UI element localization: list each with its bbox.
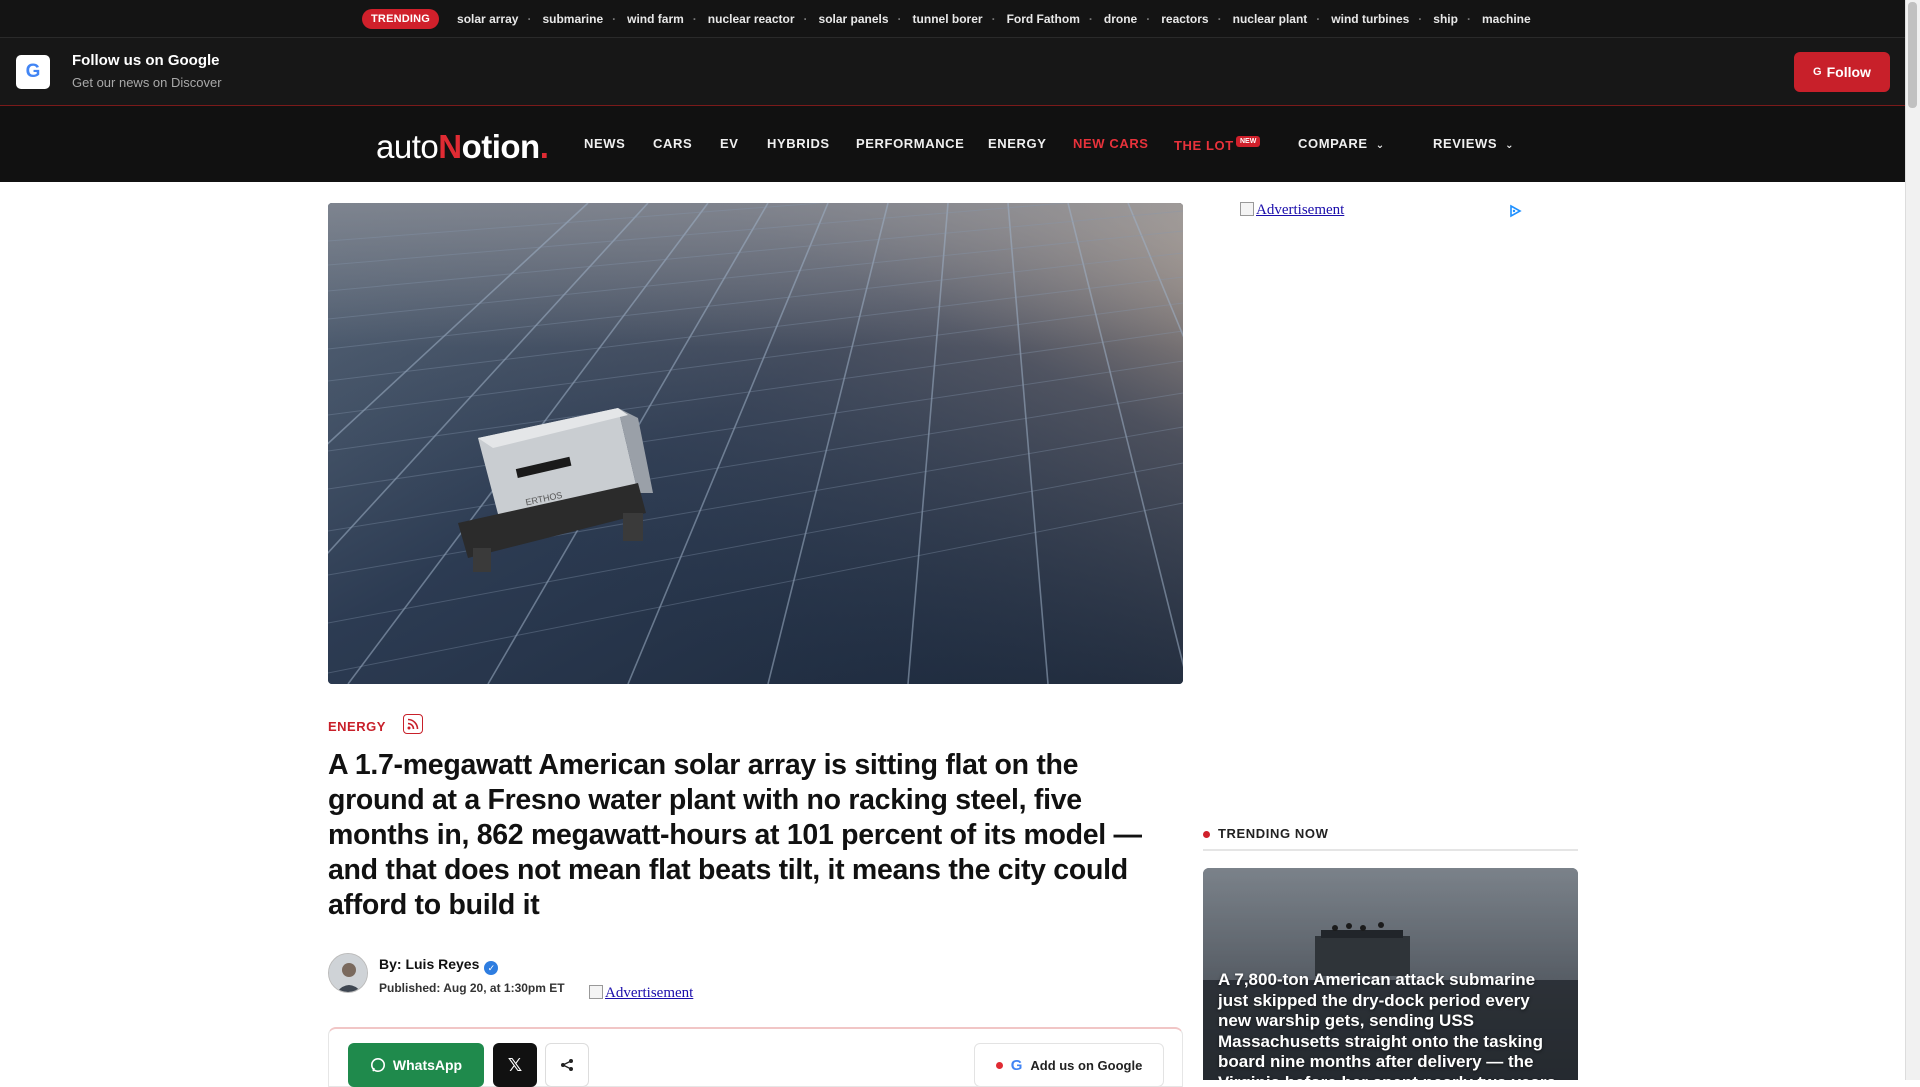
follow-button-label: Follow [1826, 64, 1871, 80]
author-name[interactable]: Luis Reyes [405, 956, 479, 972]
follow-subtitle: Get our news on Discover [72, 75, 222, 90]
trending-link[interactable]: tunnel borer [898, 12, 995, 26]
trending-now-title: TRENDING NOW [1218, 826, 1329, 841]
whatsapp-label: WhatsApp [392, 1057, 463, 1073]
chevron-down-icon: ⌄ [1505, 140, 1515, 151]
main-nav: autoNotion. NEWS CARS EV HYBRIDS PERFORM… [0, 106, 1905, 182]
new-badge: NEW [1236, 136, 1261, 147]
published-date: Published: Aug 20, at 1:30pm ET [379, 981, 565, 995]
whatsapp-share-button[interactable]: WhatsApp [348, 1043, 484, 1087]
logo-letter-n: N [438, 128, 462, 165]
share-button[interactable] [545, 1043, 589, 1087]
trending-card-headline: A 7,800-ton American attack submarine ju… [1218, 970, 1556, 1080]
x-share-button[interactable]: 𝕏 [493, 1043, 537, 1087]
trending-link[interactable]: wind turbines [1316, 12, 1421, 26]
logo-text-notion: Notion [438, 128, 541, 165]
follow-google-strip: G Follow us on Google Get our news on Di… [0, 38, 1905, 106]
nav-item-cars[interactable]: CARS [653, 136, 692, 151]
sidebar-advertisement[interactable]: Advertisement [1240, 202, 1344, 219]
follow-button[interactable]: G Follow [1794, 52, 1890, 92]
google-g-icon: G [1010, 1056, 1023, 1074]
add-us-on-google-button[interactable]: G Add us on Google [974, 1043, 1164, 1087]
rss-icon[interactable] [403, 714, 423, 734]
logo-text-auto: auto [376, 128, 439, 165]
solar-field-photo: ERTHOS [328, 203, 1183, 684]
nav-item-new-cars[interactable]: NEW CARS [1073, 136, 1149, 151]
trending-badge: TRENDING [362, 9, 440, 29]
nav-item-hybrids[interactable]: HYBRIDS [767, 136, 830, 151]
trending-link[interactable]: solar panels [804, 12, 901, 26]
byline: By: Luis Reyes ✓ [379, 956, 499, 975]
trending-link[interactable]: ship [1418, 12, 1470, 26]
trending-link[interactable]: machine [1467, 12, 1543, 26]
byline-prefix: By: [379, 956, 406, 972]
inline-ad-label: Advertisement [605, 985, 694, 1001]
whatsapp-icon [370, 1058, 385, 1072]
live-dot [995, 1061, 1003, 1069]
share-bar: WhatsApp 𝕏 G Add us on Google [328, 1027, 1183, 1087]
nav-item-compare-label: COMPARE [1298, 136, 1368, 151]
nav-item-reviews-label: REVIEWS [1433, 136, 1498, 151]
trending-link[interactable]: wind farm [612, 12, 696, 26]
nav-item-ev[interactable]: EV [720, 136, 739, 151]
trending-link[interactable]: drone [1089, 12, 1149, 26]
logo-dot: . [539, 128, 549, 165]
hero-image: ERTHOS [328, 203, 1183, 684]
red-dot-icon [1203, 831, 1210, 838]
nav-item-news[interactable]: NEWS [584, 136, 625, 151]
trending-list: TRENDING solar array submarine wind farm… [362, 7, 1543, 31]
page-scrollbar[interactable] [1905, 0, 1920, 1080]
article-category[interactable]: ENERGY [328, 719, 386, 734]
author-avatar[interactable] [328, 953, 368, 993]
broken-image-icon [589, 985, 603, 999]
trending-link[interactable]: Ford Fathom [992, 12, 1092, 26]
trending-link[interactable]: reactors [1146, 12, 1220, 26]
follow-title: Follow us on Google [72, 52, 220, 69]
trending-now-header: TRENDING NOW [1203, 826, 1578, 851]
add-google-label: Add us on Google [1030, 1057, 1143, 1073]
trending-link[interactable]: nuclear reactor [693, 12, 807, 26]
chevron-down-icon: ⌄ [1375, 140, 1385, 151]
site-logo[interactable]: autoNotion. [376, 128, 549, 166]
logo-text-otion: otion [461, 128, 541, 165]
trending-card[interactable]: A 7,800-ton American attack submarine ju… [1203, 868, 1578, 1080]
scrollbar-thumb[interactable] [1908, 2, 1917, 108]
nav-item-performance[interactable]: PERFORMANCE [856, 136, 964, 151]
nav-item-reviews[interactable]: REVIEWS ⌄ [1433, 136, 1514, 151]
x-logo-icon: 𝕏 [507, 1054, 523, 1075]
trending-bar: TRENDING solar array submarine wind farm… [0, 0, 1905, 38]
google-g-icon: G [1813, 66, 1822, 78]
inline-advertisement[interactable]: Advertisement [589, 985, 693, 1002]
adchoices-icon[interactable] [1508, 204, 1522, 218]
trending-link[interactable]: nuclear plant [1218, 12, 1320, 26]
article-headline: A 1.7-megawatt American solar array is s… [328, 749, 1142, 921]
share-icon [561, 1059, 573, 1071]
sidebar-ad-label: Advertisement [1256, 202, 1345, 218]
trending-link[interactable]: solar array [445, 12, 530, 26]
nav-item-energy[interactable]: ENERGY [988, 136, 1047, 151]
google-g-icon: G [16, 55, 50, 89]
broken-image-icon [1240, 202, 1254, 216]
verified-check-icon: ✓ [484, 961, 499, 975]
nav-item-compare[interactable]: COMPARE ⌄ [1298, 136, 1385, 151]
nav-item-the-lot[interactable]: THE LOT [1174, 138, 1234, 153]
trending-link[interactable]: submarine [527, 12, 615, 26]
